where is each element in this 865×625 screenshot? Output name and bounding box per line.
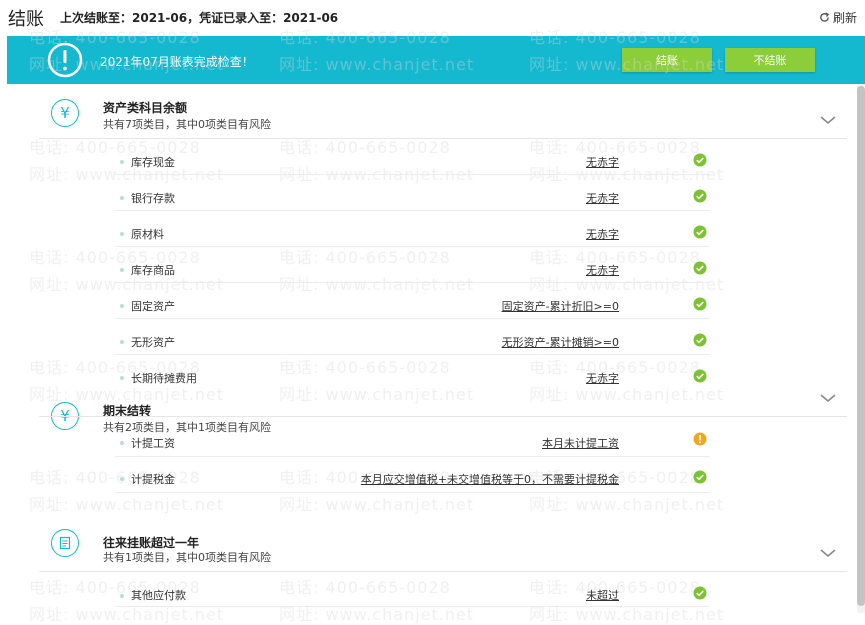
check-ok-icon — [693, 369, 707, 383]
section-subtitle: 共有7项类目，其中0项类目有风险 — [103, 118, 271, 131]
scrollbar-thumb[interactable] — [857, 86, 865, 606]
check-item-label: 其他应付款 — [131, 589, 186, 602]
chevron-down-icon[interactable] — [819, 548, 837, 558]
row-divider — [115, 210, 710, 211]
watermark-text: 电话: 400-665-0028 — [279, 248, 451, 267]
check-item-result-link[interactable]: 无赤字 — [586, 226, 619, 242]
check-ok-icon — [693, 153, 707, 167]
check-item-result-link[interactable]: 无赤字 — [586, 154, 619, 170]
list-bullet — [120, 304, 124, 308]
row-divider — [115, 282, 710, 283]
row-divider — [115, 354, 710, 355]
row-divider — [115, 456, 710, 457]
list-bullet — [120, 340, 124, 344]
check-item-label: 计提工资 — [131, 437, 175, 450]
check-item-result-link[interactable]: 本月未计提工资 — [542, 435, 619, 451]
check-item-label: 库存商品 — [131, 264, 175, 277]
row-divider — [115, 318, 710, 319]
document-icon — [59, 536, 71, 550]
watermark-text: 网址: www.chanjet.net — [29, 275, 225, 294]
list-bullet — [120, 268, 124, 272]
close-period-button[interactable]: 结账 — [622, 48, 712, 72]
check-item-result-link[interactable]: 固定资产-累计折旧>=0 — [502, 298, 619, 314]
check-ok-icon — [693, 297, 707, 311]
skip-close-button[interactable]: 不结账 — [725, 48, 815, 72]
check-item-result-link[interactable]: 本月应交增值税+未交增值税等于0，不需要计提税金 — [361, 471, 619, 487]
check-item-label: 原材料 — [131, 228, 164, 241]
chevron-down-icon[interactable] — [819, 393, 837, 403]
refresh-button[interactable]: 刷新 — [819, 9, 857, 26]
watermark-text: 电话: 400-665-0028 — [279, 358, 451, 377]
watermark-text: 电话: 400-665-0028 — [29, 468, 201, 487]
watermark-text: 网址: www.chanjet.net — [529, 605, 725, 624]
check-ok-icon — [693, 225, 707, 239]
chevron-down-icon[interactable] — [819, 115, 837, 125]
section-divider — [39, 138, 847, 139]
row-divider — [115, 606, 710, 607]
check-ok-icon — [693, 470, 707, 484]
row-divider — [115, 492, 710, 493]
check-ok-icon — [693, 333, 707, 347]
row-divider — [115, 246, 710, 247]
section-subtitle: 共有1项类目，其中0项类目有风险 — [103, 551, 271, 564]
check-list: 电话: 400-665-0028 网址: www.chanjet.net 电话: 4… — [7, 28, 857, 624]
check-item-label: 计提税金 — [131, 473, 175, 486]
top-bar: 结账 上次结账至：2021-06，凭证已录入至：2021-06 刷新 — [0, 0, 865, 34]
watermark-text: 网址: www.chanjet.net — [279, 385, 475, 404]
check-ok-icon — [693, 189, 707, 203]
list-bullet — [120, 232, 124, 236]
check-ok-icon — [693, 586, 707, 600]
check-item-label: 银行存款 — [131, 192, 175, 205]
check-item-label: 固定资产 — [131, 300, 175, 313]
list-bullet — [120, 441, 124, 445]
section-divider — [39, 416, 847, 417]
section-subtitle: 共有2项类目，其中1项类目有风险 — [103, 421, 271, 434]
list-bullet — [120, 196, 124, 200]
ledger-icon — [51, 529, 79, 557]
check-item-result-link[interactable]: 无赤字 — [586, 370, 619, 386]
watermark-text: 网址: www.chanjet.net — [279, 605, 475, 624]
check-ok-icon — [693, 261, 707, 275]
watermark-text: 网址: www.chanjet.net — [529, 495, 725, 514]
row-divider — [115, 174, 710, 175]
watermark-text: 网址: www.chanjet.net — [279, 165, 475, 184]
section-title: 资产类科目余额 — [103, 101, 188, 115]
watermark-text: 网址: www.chanjet.net — [29, 495, 225, 514]
yen-icon: ¥ — [51, 99, 79, 127]
warning-icon — [693, 432, 707, 446]
check-result-banner: 2021年07月账表完成检查！ 结账 不结账 — [7, 36, 865, 84]
watermark-text: 网址: www.chanjet.net — [29, 165, 225, 184]
watermark-text: 电话: 400-665-0028 — [29, 248, 201, 267]
check-item-label: 长期待摊费用 — [131, 372, 197, 385]
list-bullet — [120, 160, 124, 164]
watermark-text: 网址: www.chanjet.net — [279, 275, 475, 294]
check-item-result-link[interactable]: 无赤字 — [586, 262, 619, 278]
closing-status-text: 上次结账至：2021-06，凭证已录入至：2021-06 — [60, 11, 339, 25]
check-item-result-link[interactable]: 无赤字 — [586, 190, 619, 206]
refresh-label: 刷新 — [832, 11, 857, 25]
banner-message: 2021年07月账表完成检查！ — [100, 55, 254, 69]
check-item-label: 库存现金 — [131, 156, 175, 169]
refresh-icon — [820, 12, 830, 22]
list-bullet — [120, 594, 124, 598]
page-title: 结账 — [8, 9, 44, 30]
watermark-text: 网址: www.chanjet.net — [279, 495, 475, 514]
vertical-scrollbar[interactable] — [857, 84, 865, 613]
exclamation-circle-icon — [47, 42, 83, 78]
watermark-text: 网址: www.chanjet.net — [529, 385, 725, 404]
list-bullet — [120, 477, 124, 481]
watermark-text: 网址: www.chanjet.net — [29, 605, 225, 624]
check-item-label: 无形资产 — [131, 336, 175, 349]
list-bullet — [120, 376, 124, 380]
watermark-text: 电话: 400-665-0028 — [279, 578, 451, 597]
section-divider — [39, 571, 847, 572]
check-item-result-link[interactable]: 未超过 — [586, 587, 619, 603]
check-item-result-link[interactable]: 无形资产-累计摊销>=0 — [502, 334, 619, 350]
